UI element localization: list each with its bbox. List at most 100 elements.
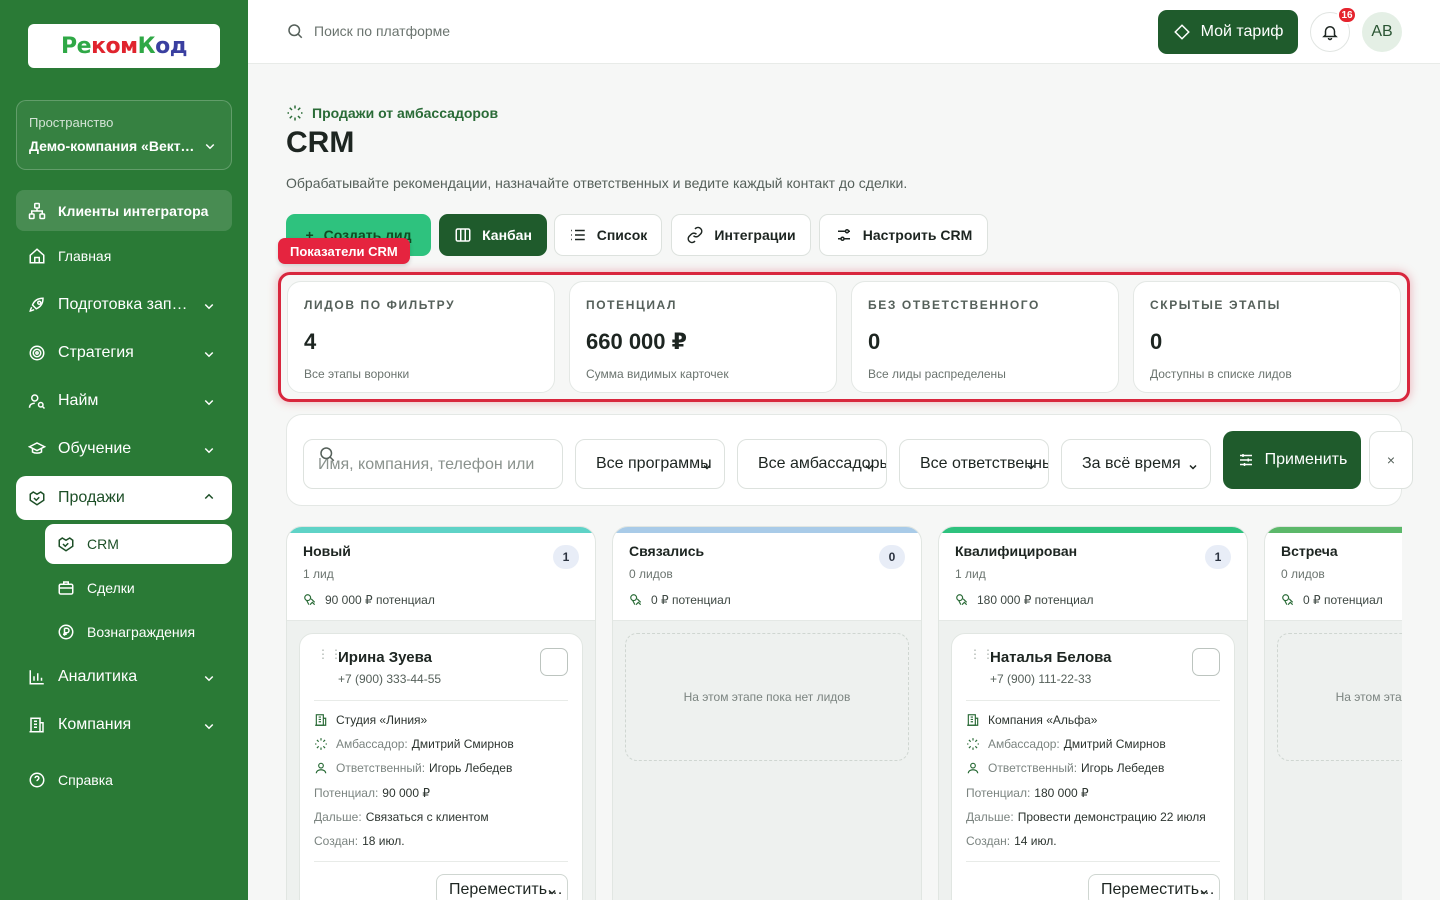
chevron-down-icon: [1022, 458, 1040, 476]
tab-integrations[interactable]: Интеграции: [671, 214, 811, 256]
sidebar-item-label: Аналитика: [58, 668, 138, 685]
select-value: За всё время: [1082, 455, 1181, 472]
sidebar-item-deals[interactable]: Сделки: [45, 568, 232, 608]
select-value: Все программы: [596, 455, 712, 472]
sidebar-item-strategy[interactable]: Стратегия: [16, 333, 232, 373]
lead-responsible-row: Ответственный: Игорь Лебедев: [314, 761, 512, 775]
configure-crm-button[interactable]: Настроить CRM: [819, 214, 988, 256]
lead-ambassador-row: Амбассадор: Дмитрий Смирнов: [966, 737, 1166, 751]
lead-company: Студия «Линия»: [336, 713, 428, 727]
sidebar-item-crm[interactable]: CRM: [45, 524, 232, 564]
chevron-down-icon: [860, 458, 878, 476]
sidebar-item-prep[interactable]: Подготовка зап…: [16, 285, 232, 325]
divider: [966, 700, 1220, 701]
program-select[interactable]: Все программы: [575, 439, 725, 489]
chevron-down-icon: [200, 669, 218, 687]
home-icon: [28, 247, 46, 265]
clear-filters-button[interactable]: ×: [1369, 431, 1413, 489]
lead-select-checkbox[interactable]: [1192, 648, 1220, 676]
sidebar-item-training[interactable]: Обучение: [16, 429, 232, 469]
workspace-value: Демо-компания «Векто…: [29, 138, 201, 154]
chevron-down-icon: [200, 441, 218, 459]
kanban-column-contacted: Связались 0 лидов 0 ₽ потенциал 0 На это…: [612, 526, 922, 900]
move-stage-select[interactable]: Переместить…: [436, 874, 568, 900]
tab-kanban[interactable]: Канбан: [439, 214, 547, 256]
tab-label: Интеграции: [714, 227, 796, 243]
lead-card[interactable]: ⋮⋮ Наталья Белова +7 (900) 111-22-33 Ком…: [951, 633, 1235, 900]
sparkle-icon: [286, 104, 304, 122]
sidebar: РекомКод Пространство Демо-компания «Век…: [0, 0, 248, 900]
lead-phone: +7 (900) 333-44-55: [338, 672, 442, 686]
sidebar-item-label: Найм: [58, 392, 99, 409]
lead-potential-row: Потенциал: 90 000 ₽: [314, 786, 430, 800]
move-stage-select[interactable]: Переместить…: [1088, 874, 1220, 900]
tab-label: Список: [596, 227, 648, 243]
stat-key: БЕЗ ОТВЕТСТВЕННОГО: [868, 298, 1040, 312]
divider: [314, 861, 568, 862]
user-search-icon: [28, 392, 46, 410]
lead-created: 14 июл.: [1014, 834, 1057, 848]
sidebar-item-analytics[interactable]: Аналитика: [16, 657, 232, 697]
stat-key: СКРЫТЫЕ ЭТАПЫ: [1150, 298, 1281, 312]
apply-label: Применить: [1264, 451, 1348, 468]
lead-select-checkbox[interactable]: [540, 648, 568, 676]
sidebar-item-sales[interactable]: Продажи: [16, 476, 232, 520]
chevron-down-icon: [543, 883, 561, 900]
chevron-down-icon: [201, 137, 219, 155]
column-title: Новый: [303, 543, 351, 559]
field-label: Ответственный:: [988, 761, 1078, 775]
user-avatar[interactable]: АВ: [1362, 12, 1402, 52]
global-search[interactable]: Поиск по платформе: [286, 22, 450, 40]
field-label: Ответственный:: [336, 761, 426, 775]
sidebar-item-label: Продажи: [58, 489, 125, 506]
chevron-up-icon: [200, 488, 218, 506]
sidebar-item-company[interactable]: Компания: [16, 705, 232, 745]
kanban-board: Новый 1 лид 90 000 ₽ потенциал 1 ⋮⋮ Ирин…: [286, 526, 1402, 900]
lead-search-input[interactable]: Имя, компания, телефон или: [303, 439, 563, 489]
configure-crm-label: Настроить CRM: [862, 227, 973, 243]
tariff-label: Мой тариф: [1200, 23, 1284, 40]
column-count: 1 лид: [303, 567, 334, 581]
page-description: Обрабатывайте рекомендации, назначайте о…: [286, 175, 908, 191]
sidebar-item-label: Вознаграждения: [87, 624, 196, 640]
breadcrumb-text: Продажи от амбассадоров: [312, 105, 499, 121]
lead-card[interactable]: ⋮⋮ Ирина Зуева +7 (900) 333-44-55 Студия…: [299, 633, 583, 900]
lead-ambassador: Дмитрий Смирнов: [1063, 737, 1166, 751]
bar-chart-icon: [28, 668, 46, 686]
lead-ambassador: Дмитрий Смирнов: [411, 737, 514, 751]
column-potential: 0 ₽ потенциал: [629, 593, 905, 607]
workspace-switcher[interactable]: Пространство Демо-компания «Векто…: [16, 100, 232, 170]
sidebar-item-rewards[interactable]: Вознаграждения: [45, 612, 232, 652]
user-icon: [966, 761, 980, 775]
lead-ambassador-row: Амбассадор: Дмитрий Смирнов: [314, 737, 514, 751]
field-label: Дальше:: [966, 810, 1014, 824]
sidebar-item-label: Главная: [58, 248, 112, 264]
chevron-down-icon: [1195, 883, 1213, 900]
field-label: Амбассадор:: [336, 737, 408, 751]
period-select[interactable]: За всё время: [1061, 439, 1211, 489]
chevron-down-icon: [1184, 458, 1202, 476]
lead-responsible: Игорь Лебедев: [429, 761, 513, 775]
field-label: Потенциал:: [966, 786, 1031, 800]
tab-list[interactable]: Список: [554, 214, 662, 256]
stat-card-hidden-stages: СКРЫТЫЕ ЭТАПЫ 0 Доступны в списке лидов: [1133, 281, 1401, 393]
column-potential-text: 0 ₽ потенциал: [651, 593, 731, 607]
responsible-select[interactable]: Все ответственные: [899, 439, 1049, 489]
lead-potential-row: Потенциал: 180 000 ₽: [966, 786, 1089, 800]
field-label: Дальше:: [314, 810, 362, 824]
sidebar-item-help[interactable]: Справка: [16, 760, 232, 800]
sidebar-item-home[interactable]: Главная: [16, 236, 232, 276]
my-tariff-button[interactable]: Мой тариф: [1158, 10, 1298, 54]
sidebar-item-clients[interactable]: Клиенты интегратора: [16, 190, 232, 231]
sidebar-item-label: Стратегия: [58, 344, 134, 361]
brand-logo[interactable]: РекомКод: [28, 24, 220, 68]
lead-next-step: Провести демонстрацию 22 июля: [1017, 810, 1206, 824]
lead-search-placeholder: Имя, компания, телефон или: [318, 456, 535, 473]
sidebar-item-label: Подготовка зап…: [58, 296, 188, 313]
lead-potential: 90 000 ₽: [382, 786, 430, 800]
sidebar-item-hiring[interactable]: Найм: [16, 381, 232, 421]
apply-filters-button[interactable]: Применить: [1223, 431, 1361, 489]
ambassador-select[interactable]: Все амбассадоры: [737, 439, 887, 489]
logo-wordmark: РекомКод: [61, 33, 187, 59]
empty-column-placeholder: На этом этапе пока нет лидов: [1277, 633, 1402, 761]
